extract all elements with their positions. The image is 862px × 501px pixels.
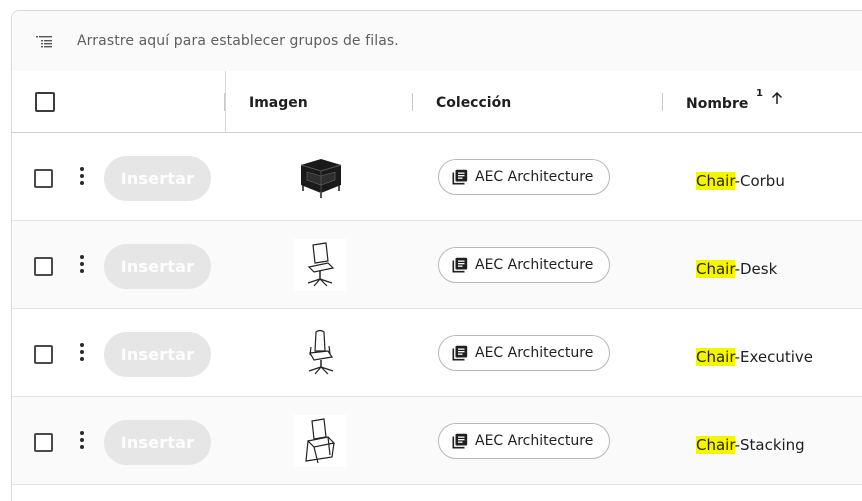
search-highlight: Chair — [696, 348, 735, 366]
group-rows-icon — [36, 34, 54, 53]
search-highlight: Chair — [696, 172, 735, 190]
data-grid: Arrastre aquí para establecer grupos de … — [11, 10, 862, 501]
row-grouping-panel[interactable]: Arrastre aquí para establecer grupos de … — [12, 11, 862, 72]
row-checkbox[interactable] — [34, 433, 53, 452]
library-icon — [452, 257, 468, 273]
library-icon — [452, 169, 468, 185]
collection-chip[interactable]: AEC Architecture — [438, 423, 610, 459]
table-row[interactable]: Insertar AEC Architecture Chair-Stacking — [12, 397, 862, 485]
grid-header: Imagen Colección Nombre 1 — [12, 71, 862, 133]
collection-chip[interactable]: AEC Architecture — [438, 247, 610, 283]
insert-button[interactable]: Insertar — [104, 244, 211, 289]
item-name-rest: -Corbu — [734, 172, 785, 190]
table-row[interactable]: Insertar AEC Architecture Chair-Executiv… — [12, 309, 862, 397]
item-name[interactable]: Chair-Stacking — [696, 436, 805, 454]
column-resizer[interactable] — [662, 93, 663, 111]
row-checkbox[interactable] — [34, 169, 53, 188]
sort-ascending-icon[interactable] — [771, 90, 783, 109]
collection-chip[interactable]: AEC Architecture — [438, 159, 610, 195]
table-row[interactable]: Insertar AEC Architecture Chair-Corbu — [12, 133, 862, 221]
item-name-rest: -Stacking — [734, 436, 805, 454]
item-name[interactable]: Chair-Desk — [696, 260, 777, 278]
grouping-placeholder: Arrastre aquí para establecer grupos de … — [77, 33, 399, 49]
collection-label: AEC Architecture — [475, 169, 594, 185]
pinned-column-separator — [225, 71, 226, 132]
item-name[interactable]: Chair-Executive — [696, 348, 813, 366]
executive-chair-thumbnail — [293, 327, 347, 379]
item-name[interactable]: Chair-Corbu — [696, 172, 785, 190]
desk-chair-thumbnail — [293, 239, 347, 291]
library-icon — [452, 433, 468, 449]
table-row[interactable]: Insertar AEC Architecture Chair-Desk — [12, 221, 862, 309]
more-options-icon[interactable] — [78, 343, 86, 365]
column-header-image[interactable]: Imagen — [249, 95, 308, 111]
more-options-icon[interactable] — [78, 431, 86, 453]
row-checkbox[interactable] — [34, 345, 53, 364]
select-all-checkbox[interactable] — [35, 92, 55, 112]
collection-label: AEC Architecture — [475, 257, 594, 273]
row-checkbox[interactable] — [34, 257, 53, 276]
collection-label: AEC Architecture — [475, 345, 594, 361]
column-header-name[interactable]: Nombre — [686, 96, 748, 112]
search-highlight: Chair — [696, 436, 735, 454]
insert-button[interactable]: Insertar — [104, 156, 211, 201]
search-highlight: Chair — [696, 260, 735, 278]
item-name-rest: -Executive — [734, 348, 814, 366]
armchair-thumbnail — [293, 151, 347, 203]
column-resizer[interactable] — [412, 93, 413, 111]
insert-button[interactable]: Insertar — [104, 332, 211, 377]
more-options-icon[interactable] — [78, 167, 86, 189]
sort-order-index: 1 — [756, 88, 763, 99]
collection-label: AEC Architecture — [475, 433, 594, 449]
collection-chip[interactable]: AEC Architecture — [438, 335, 610, 371]
column-header-collection[interactable]: Colección — [436, 95, 511, 111]
insert-button[interactable]: Insertar — [104, 420, 211, 465]
stacking-chair-thumbnail — [293, 415, 347, 467]
more-options-icon[interactable] — [78, 255, 86, 277]
library-icon — [452, 345, 468, 361]
item-name-rest: -Desk — [734, 260, 778, 278]
